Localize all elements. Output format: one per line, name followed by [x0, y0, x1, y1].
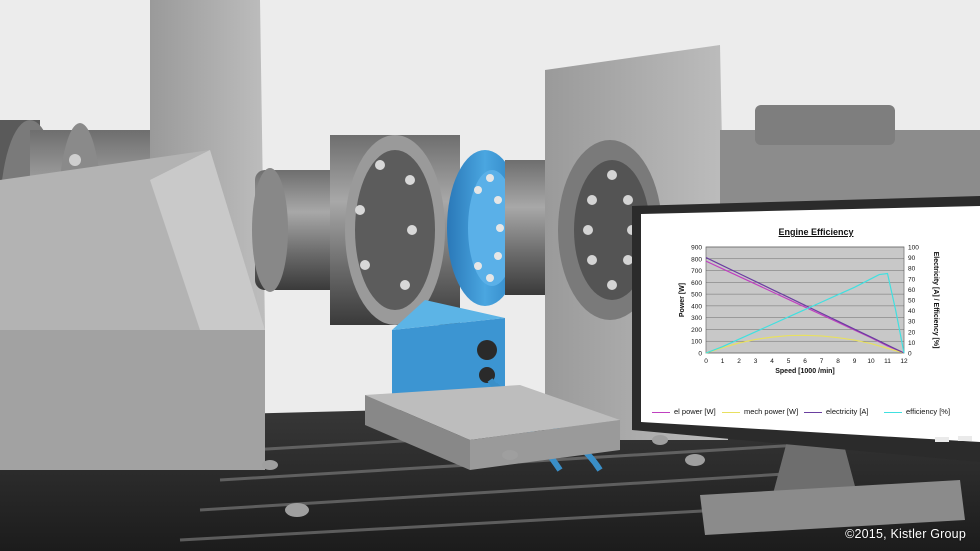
legend-swatch [884, 411, 902, 413]
legend-label: el power [W] [674, 407, 716, 416]
legend-item: efficiency [%] [884, 407, 950, 416]
y-left-axis-label: Power [W] [679, 283, 686, 317]
x-tick-label: 4 [770, 358, 774, 365]
copyright-text: ©2015, Kistler Group [845, 527, 966, 541]
y-left-tick-label: 600 [691, 280, 702, 287]
legend-item: mech power [W] [722, 407, 798, 416]
y-right-tick-label: 50 [908, 298, 916, 305]
x-tick-label: 3 [754, 358, 758, 365]
y-left-tick-label: 500 [691, 292, 702, 299]
y-right-tick-label: 90 [908, 255, 916, 262]
x-tick-label: 2 [737, 358, 741, 365]
monitor-screen: Engine Efficiency 0 100 200 300 400 500 600 700… [636, 211, 980, 431]
y-right-tick-label: 40 [908, 308, 916, 315]
x-axis-label: Speed [1000 /min] [775, 368, 835, 375]
y-right-tick-label: 100 [908, 245, 919, 252]
x-tick-label: 1 [721, 358, 725, 365]
legend-label: electricity [A] [826, 407, 869, 416]
legend-swatch [652, 411, 670, 413]
y-left-tick-label: 100 [691, 339, 702, 346]
legend-item: electricity [A] [804, 407, 869, 416]
y-right-tick-label: 10 [908, 340, 916, 347]
y-left-tick-label: 300 [691, 315, 702, 322]
efficiency-chart: 0100200300400500600700800900010203040506… [679, 245, 939, 376]
y-right-tick-label: 80 [908, 266, 916, 273]
x-tick-label: 0 [704, 358, 708, 365]
y-left-tick-label: 900 [691, 245, 702, 252]
y-right-tick-label: 60 [908, 287, 916, 294]
legend-item: el power [W] [652, 407, 716, 416]
y-left-tick-label: 400 [691, 303, 702, 310]
y-left-tick-label: 700 [691, 268, 702, 275]
legend-label: mech power [W] [744, 407, 799, 416]
scene: Engine Efficiency 0 100 200 300 400 500 600 700… [0, 0, 980, 551]
x-tick-label: 11 [884, 358, 891, 365]
y-left-tick-label: 800 [691, 256, 702, 263]
y-right-tick-label: 20 [908, 329, 916, 336]
x-tick-label: 10 [867, 358, 875, 365]
y-left-tick-label: 200 [691, 327, 702, 334]
legend-swatch [722, 411, 740, 413]
legend-label: efficiency [%] [906, 407, 951, 416]
plot-area [705, 246, 905, 354]
y-right-tick-label: 30 [908, 319, 916, 326]
x-tick-label: 8 [836, 358, 840, 365]
y-right-tick-label: 0 [908, 351, 912, 358]
x-tick-label: 12 [900, 358, 908, 365]
legend-swatch [804, 411, 822, 413]
y-right-tick-label: 70 [908, 276, 916, 283]
y-left-tick-label: 0 [698, 351, 702, 358]
y-right-axis-label: Electricity [A] / Efficiency [%] [932, 252, 939, 349]
x-tick-label: 7 [820, 358, 824, 365]
x-tick-label: 9 [853, 358, 857, 365]
x-tick-label: 6 [803, 358, 807, 365]
x-tick-label: 5 [787, 358, 791, 365]
